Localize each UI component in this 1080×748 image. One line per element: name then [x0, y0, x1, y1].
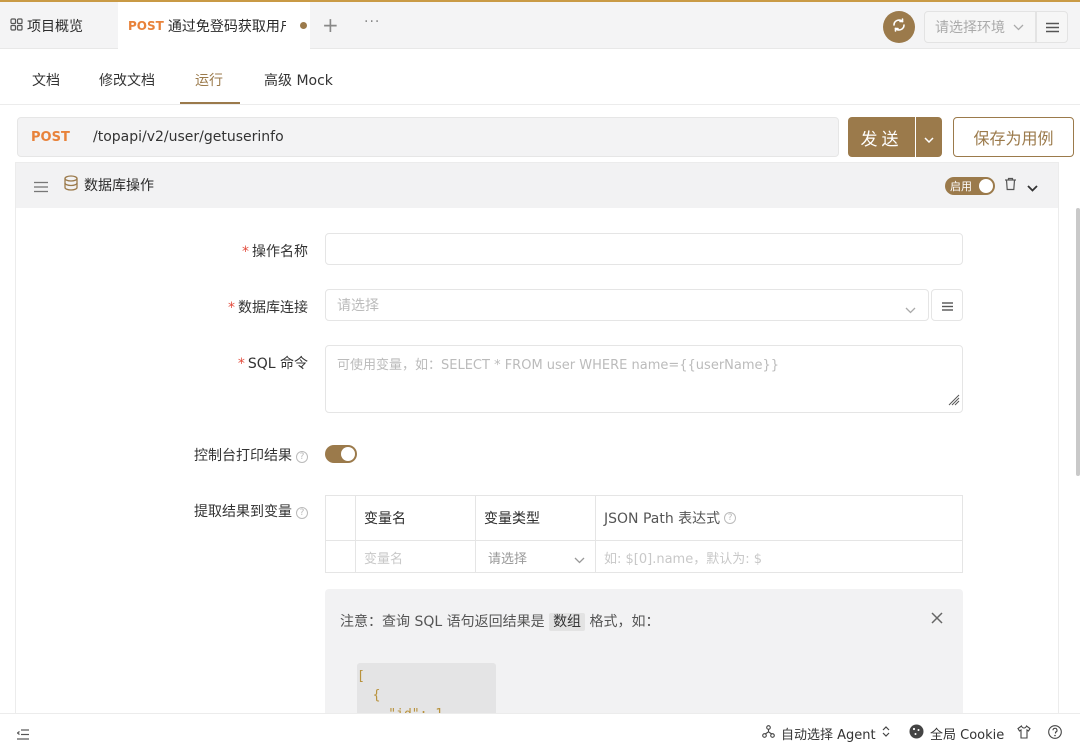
- db-conn-select[interactable]: 请选择: [325, 289, 929, 321]
- subtab-edit-docs[interactable]: 修改文档: [99, 70, 155, 90]
- extract-var-label: 提取结果到变量?: [194, 501, 308, 521]
- sql-result-note: 注意：查询 SQL 语句返回结果是 数组 格式，如： [ { "id": 1: [325, 589, 963, 723]
- chevron-down-icon: [905, 302, 916, 318]
- new-tab-button[interactable]: +: [322, 13, 339, 37]
- chevron-down-icon: [924, 128, 934, 147]
- cookie-label: 全局 Cookie: [930, 728, 1005, 743]
- db-conn-placeholder: 请选择: [337, 298, 379, 314]
- trash-icon[interactable]: [1004, 176, 1017, 195]
- console-print-label: 控制台打印结果?: [194, 445, 308, 465]
- database-icon: [63, 175, 79, 196]
- resize-handle-icon[interactable]: [948, 394, 960, 410]
- chevron-down-icon: [1013, 19, 1024, 35]
- enable-toggle-label: 启用: [950, 180, 972, 193]
- tab-active-request[interactable]: POST 通过免登码获取用户信息: [118, 2, 310, 49]
- collapse-sidebar-icon[interactable]: [16, 725, 29, 744]
- hamburger-icon: [941, 296, 953, 315]
- request-url-input[interactable]: /topapi/v2/user/getuserinfo: [93, 129, 284, 145]
- send-options-button[interactable]: [916, 117, 942, 157]
- agent-select[interactable]: 自动选择 Agent: [762, 724, 890, 743]
- chevron-down-icon[interactable]: [1027, 177, 1038, 196]
- chevron-down-icon: [574, 553, 585, 568]
- save-as-case-button[interactable]: 保存为用例: [953, 117, 1074, 157]
- tab-bar: 项目概览 POST 通过免登码获取用户信息 + ··· 请选择环境: [0, 0, 1080, 49]
- required-asterisk: *: [228, 300, 235, 316]
- variable-table: 变量名 变量类型 JSON Path 表达式? 变量名 请选择 如: $[0].…: [325, 495, 963, 573]
- shirt-icon[interactable]: [1017, 724, 1031, 743]
- db-conn-label: * 数据库连接: [228, 300, 308, 316]
- drag-handle-icon[interactable]: [34, 178, 48, 197]
- grid-icon: [10, 17, 23, 35]
- help-icon[interactable]: ?: [296, 451, 308, 463]
- environment-select[interactable]: 请选择环境: [924, 11, 1036, 43]
- toggle-knob: [341, 447, 355, 461]
- header-var-name: 变量名: [364, 511, 406, 527]
- global-cookie-button[interactable]: 全局 Cookie: [909, 724, 1004, 743]
- sql-placeholder: 可使用变量，如：SELECT * FROM user WHERE name={{…: [337, 358, 780, 373]
- environment-placeholder: 请选择环境: [935, 20, 1005, 36]
- close-icon[interactable]: [931, 609, 943, 628]
- tab-overview-label: 项目概览: [27, 19, 83, 35]
- console-print-toggle[interactable]: [325, 445, 357, 463]
- request-subtabs: 文档 修改文档 运行 高级 Mock: [0, 49, 1080, 105]
- agent-label: 自动选择 Agent: [781, 728, 876, 743]
- toggle-knob: [979, 179, 993, 193]
- environment-menu-button[interactable]: [1036, 11, 1068, 43]
- refresh-icon: [891, 17, 907, 37]
- chevron-updown-icon: [882, 726, 890, 741]
- tab-title: 通过免登码获取用户信息: [167, 18, 286, 35]
- note-code-word: 数组: [549, 613, 586, 631]
- hamburger-icon: [1045, 18, 1059, 37]
- header-json-path: JSON Path 表达式?: [596, 496, 962, 540]
- note-text: 注意：查询 SQL 语句返回结果是 数组 格式，如：: [340, 613, 660, 631]
- db-conn-manage-button[interactable]: [931, 289, 963, 321]
- url-bar[interactable]: POST /topapi/v2/user/getuserinfo: [17, 117, 839, 157]
- help-icon[interactable]: ?: [296, 507, 308, 519]
- active-subtab-indicator: [180, 102, 240, 104]
- required-asterisk: *: [242, 244, 249, 260]
- json-path-input[interactable]: 如: $[0].name，默认为: $: [596, 541, 962, 573]
- op-name-label: * 操作名称: [242, 244, 308, 260]
- enable-toggle[interactable]: 启用: [945, 177, 995, 195]
- sync-button[interactable]: [883, 11, 915, 43]
- cookie-icon: [909, 724, 924, 743]
- subtab-advanced-mock[interactable]: 高级 Mock: [264, 70, 333, 90]
- tab-method-badge: POST: [128, 18, 164, 33]
- status-bar: 自动选择 Agent 全局 Cookie: [0, 713, 1080, 748]
- sql-label: * SQL 命令: [237, 356, 308, 372]
- request-method[interactable]: POST: [31, 130, 93, 145]
- required-asterisk: *: [237, 356, 245, 372]
- var-type-select[interactable]: 请选择: [476, 541, 595, 573]
- tab-project-overview[interactable]: 项目概览: [10, 16, 83, 36]
- help-icon[interactable]: ?: [724, 512, 737, 524]
- agent-icon: [762, 725, 775, 742]
- sql-textarea[interactable]: 可使用变量，如：SELECT * FROM user WHERE name={{…: [325, 345, 963, 413]
- subtab-docs[interactable]: 文档: [32, 70, 60, 90]
- var-name-input[interactable]: 变量名: [356, 541, 475, 573]
- help-circle-icon[interactable]: [1048, 724, 1062, 743]
- header-var-type: 变量类型: [484, 511, 540, 527]
- subtab-run[interactable]: 运行: [195, 70, 223, 90]
- op-name-input[interactable]: [325, 233, 963, 265]
- panel-header: 数据库操作 启用: [16, 163, 1058, 208]
- panel-title: 数据库操作: [84, 178, 154, 194]
- send-button[interactable]: 发送: [848, 117, 915, 157]
- vertical-scrollbar[interactable]: [1076, 208, 1080, 476]
- more-tabs-button[interactable]: ···: [364, 14, 380, 30]
- db-operation-panel: 数据库操作 启用 * 操作名称 * 数据库连接 请选择 * SQL 命令 可使用变: [15, 162, 1059, 723]
- unsaved-dot-icon: [299, 22, 307, 29]
